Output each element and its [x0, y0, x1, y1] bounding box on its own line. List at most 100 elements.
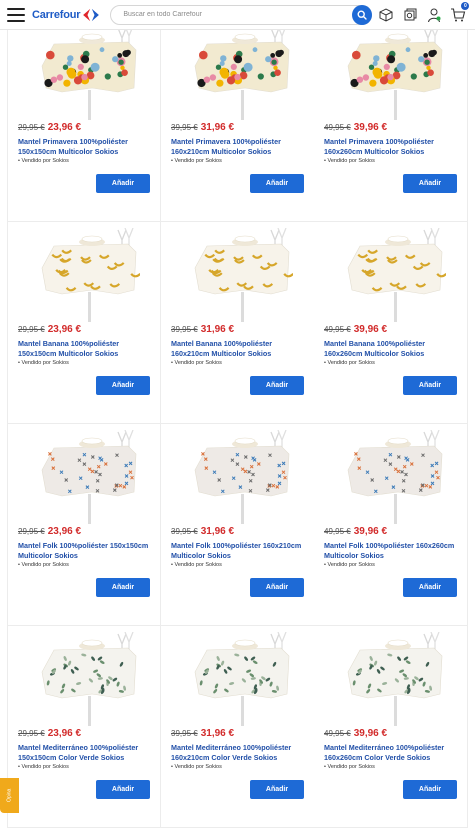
product-card[interactable]: 49,95 € 39,96 € Mantel Mediterráneo 100%… [314, 626, 468, 828]
cart-icon[interactable]: 0 [450, 1, 470, 23]
tablecloth-illustration [194, 631, 290, 726]
product-name[interactable]: Mantel Folk 100%poliéster 160x210cm Mult… [171, 541, 309, 561]
search-button[interactable] [352, 4, 373, 25]
product-name[interactable]: Mantel Primavera 100%poliéster 150x150cm… [18, 137, 156, 157]
offers-icon[interactable] [402, 7, 418, 23]
product-name[interactable]: Mantel Primavera 100%poliéster 160x260cm… [324, 137, 462, 157]
product-card[interactable]: 29,95 € 23,96 € Mantel Mediterráneo 100%… [7, 626, 161, 828]
price-row: 49,95 € 39,96 € [324, 526, 387, 537]
product-card[interactable]: 39,95 € 31,96 € Mantel Mediterráneo 100%… [161, 626, 315, 828]
old-price: 49,95 € [324, 325, 351, 334]
tablecloth-illustration [41, 631, 137, 726]
product-name[interactable]: Mantel Mediterráneo 100%poliéster 160x26… [324, 743, 462, 763]
tablecloth-illustration [347, 429, 443, 524]
product-image[interactable] [338, 429, 446, 526]
current-price: 23,96 € [47, 526, 82, 537]
old-price: 39,95 € [171, 123, 198, 132]
product-image[interactable] [32, 25, 140, 122]
product-name[interactable]: Mantel Folk 100%poliéster 150x150cm Mult… [18, 541, 156, 561]
seller-label: • Vendido por Sokios [18, 360, 69, 366]
product-image[interactable] [32, 631, 140, 728]
box-icon[interactable] [378, 7, 394, 23]
add-to-cart-button[interactable]: Añadir [96, 578, 150, 597]
tablecloth-illustration [194, 227, 294, 322]
add-to-cart-button[interactable]: Añadir [250, 376, 304, 395]
product-image[interactable] [185, 631, 293, 728]
top-header: Carrefour 0 [0, 0, 475, 30]
seller-label: • Vendido por Sokios [18, 562, 69, 568]
product-card[interactable]: 29,95 € 23,96 € Mantel Folk 100%poliéste… [7, 424, 161, 626]
carrefour-logo[interactable]: Carrefour [32, 8, 100, 22]
seller-label: • Vendido por Sokios [324, 158, 375, 164]
add-to-cart-button[interactable]: Añadir [96, 780, 150, 799]
seller-label: • Vendido por Sokios [324, 562, 375, 568]
product-name[interactable]: Mantel Mediterráneo 100%poliéster 160x21… [171, 743, 309, 763]
feedback-tab[interactable]: Opina [0, 778, 19, 813]
product-name[interactable]: Mantel Primavera 100%poliéster 160x210cm… [171, 137, 309, 157]
old-price: 49,95 € [324, 123, 351, 132]
add-to-cart-button[interactable]: Añadir [403, 174, 457, 193]
feedback-tab-label: Opina [6, 788, 13, 803]
add-to-cart-button[interactable]: Añadir [403, 780, 457, 799]
add-to-cart-button[interactable]: Añadir [250, 174, 304, 193]
search-icon [357, 9, 368, 20]
product-card[interactable]: 49,95 € 39,96 € Mantel Folk 100%poliéste… [314, 424, 468, 626]
carrefour-logo-icon [83, 8, 100, 21]
logo-text: Carrefour [32, 8, 81, 21]
product-card[interactable]: 29,95 € 23,96 € Mantel Banana 100%poliés… [7, 222, 161, 424]
add-to-cart-button[interactable]: Añadir [250, 780, 304, 799]
tablecloth-illustration [347, 25, 443, 120]
cart-count-badge: 0 [461, 1, 470, 10]
old-price: 39,95 € [171, 527, 198, 536]
product-card[interactable]: 49,95 € 39,96 € Mantel Primavera 100%pol… [314, 20, 468, 222]
menu-icon[interactable] [7, 7, 25, 22]
product-image[interactable] [338, 631, 446, 728]
product-card[interactable]: 29,95 € 23,96 € Mantel Primavera 100%pol… [7, 20, 161, 222]
user-icon[interactable] [426, 7, 442, 23]
price-row: 29,95 € 23,96 € [18, 324, 81, 335]
price-row: 39,95 € 31,96 € [171, 324, 234, 335]
current-price: 39,96 € [353, 122, 388, 133]
old-price: 29,95 € [18, 123, 45, 132]
current-price: 31,96 € [200, 324, 235, 335]
tablecloth-illustration [41, 227, 141, 322]
add-to-cart-button[interactable]: Añadir [96, 376, 150, 395]
product-image[interactable] [32, 429, 140, 526]
product-card[interactable]: 49,95 € 39,96 € Mantel Banana 100%poliés… [314, 222, 468, 424]
old-price: 49,95 € [324, 729, 351, 738]
current-price: 23,96 € [47, 324, 82, 335]
product-image[interactable] [185, 429, 293, 526]
product-image[interactable] [185, 227, 294, 324]
price-row: 49,95 € 39,96 € [324, 324, 387, 335]
add-to-cart-button[interactable]: Añadir [96, 174, 150, 193]
product-name[interactable]: Mantel Mediterráneo 100%poliéster 150x15… [18, 743, 156, 763]
product-name[interactable]: Mantel Banana 100%poliéster 160x210cm Mu… [171, 339, 309, 359]
product-image[interactable] [338, 227, 447, 324]
product-card[interactable]: 39,95 € 31,96 € Mantel Banana 100%poliés… [161, 222, 315, 424]
product-name[interactable]: Mantel Folk 100%poliéster 160x260cm Mult… [324, 541, 462, 561]
price-row: 49,95 € 39,96 € [324, 728, 387, 739]
product-card[interactable]: 39,95 € 31,96 € Mantel Primavera 100%pol… [161, 20, 315, 222]
tablecloth-illustration [41, 429, 137, 524]
product-name[interactable]: Mantel Banana 100%poliéster 160x260cm Mu… [324, 339, 462, 359]
product-image[interactable] [32, 227, 141, 324]
search-input[interactable] [111, 5, 348, 24]
old-price: 29,95 € [18, 729, 45, 738]
price-row: 39,95 € 31,96 € [171, 526, 234, 537]
current-price: 39,96 € [353, 728, 388, 739]
seller-label: • Vendido por Sokios [324, 360, 375, 366]
seller-label: • Vendido por Sokios [18, 158, 69, 164]
add-to-cart-button[interactable]: Añadir [250, 578, 304, 597]
product-name[interactable]: Mantel Banana 100%poliéster 150x150cm Mu… [18, 339, 156, 359]
add-to-cart-button[interactable]: Añadir [403, 376, 457, 395]
seller-label: • Vendido por Sokios [171, 360, 222, 366]
product-card[interactable]: 39,95 € 31,96 € Mantel Folk 100%poliéste… [161, 424, 315, 626]
seller-label: • Vendido por Sokios [324, 764, 375, 770]
current-price: 31,96 € [200, 122, 235, 133]
current-price: 39,96 € [353, 526, 388, 537]
product-image[interactable] [338, 25, 446, 122]
old-price: 49,95 € [324, 527, 351, 536]
product-image[interactable] [185, 25, 293, 122]
old-price: 39,95 € [171, 325, 198, 334]
add-to-cart-button[interactable]: Añadir [403, 578, 457, 597]
